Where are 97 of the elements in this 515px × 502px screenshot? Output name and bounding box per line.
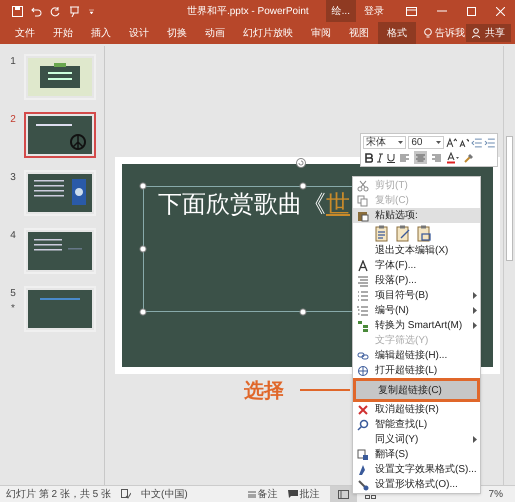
person-icon <box>472 28 482 38</box>
menu-item[interactable]: 设置形状格式(O)... <box>353 477 480 492</box>
tell-me-field[interactable]: 告诉我 <box>435 26 465 40</box>
notes-icon <box>248 490 256 498</box>
slide-thumbnail[interactable] <box>28 116 92 154</box>
ribbon-tab[interactable]: 视图 <box>340 22 378 44</box>
menu-item[interactable]: 翻译(S) <box>353 447 480 462</box>
sign-in-link[interactable]: 登录 <box>356 4 392 18</box>
decrease-indent-icon[interactable] <box>471 138 482 148</box>
ribbon-display-icon[interactable] <box>406 6 417 16</box>
font-icon <box>357 260 369 272</box>
italic-icon[interactable] <box>376 152 384 162</box>
annotation-line <box>300 389 350 391</box>
clipboard-icon <box>357 210 369 222</box>
menu-item[interactable]: 项目符号(B) <box>353 288 480 303</box>
notes-button[interactable]: 备注 <box>248 486 278 502</box>
translate-icon <box>357 448 369 460</box>
menu-item[interactable]: 同义词(Y) <box>353 432 480 447</box>
slide-number: 1 <box>10 55 16 69</box>
underline-icon[interactable] <box>387 152 395 162</box>
language-label[interactable]: 中文(中国) <box>141 486 188 502</box>
ribbon-tab[interactable]: 插入 <box>82 22 120 44</box>
slide-info: 幻灯片 第 2 张，共 5 张 <box>6 488 112 502</box>
lightbulb-icon <box>424 28 432 38</box>
context-tab-label[interactable]: 绘... <box>326 0 356 22</box>
menu-item[interactable]: 退出文本编辑(X) <box>353 243 480 258</box>
scrollbar-thumb[interactable] <box>506 136 513 261</box>
save-icon[interactable] <box>12 6 23 16</box>
shrink-font-icon[interactable] <box>458 137 470 148</box>
slide-number: 5 <box>10 287 16 301</box>
ribbon-tab[interactable]: 开始 <box>44 22 82 44</box>
ribbon-tab[interactable]: 设计 <box>120 22 158 44</box>
menu-header-text: 粘贴选项: <box>375 208 418 223</box>
comment-icon <box>288 490 298 498</box>
comments-button[interactable]: 批注 <box>288 486 320 502</box>
menu-item[interactable]: 设置文字效果格式(S)... <box>353 462 480 477</box>
slide-number: 4 <box>10 229 16 243</box>
unlink-icon <box>357 404 369 416</box>
font-color-icon[interactable] <box>446 152 460 164</box>
scissors-icon <box>357 180 369 192</box>
format-painter-icon[interactable] <box>463 152 475 164</box>
slide-number: 2 <box>10 113 16 127</box>
paste-option-icon[interactable] <box>375 224 390 242</box>
search-icon <box>357 418 369 430</box>
maximize-icon[interactable] <box>467 6 476 16</box>
bold-icon[interactable] <box>365 152 373 162</box>
ribbon-tab[interactable]: 审阅 <box>302 22 340 44</box>
slide-number: 3 <box>10 171 16 185</box>
paste-option-icon[interactable] <box>396 224 411 242</box>
paste-option-icon[interactable] <box>417 224 432 242</box>
bullets-icon <box>357 290 369 302</box>
ribbon-tab[interactable]: 切换 <box>158 22 196 44</box>
shape-format-icon <box>357 478 369 490</box>
slide-thumbnail[interactable] <box>28 58 92 96</box>
slide-thumbnail[interactable] <box>28 174 92 212</box>
menu-item[interactable]: 编号(N) <box>353 303 480 318</box>
menu-item[interactable]: 智能查找(L) <box>353 417 480 432</box>
paragraph-icon <box>357 274 369 286</box>
rotate-handle[interactable] <box>295 157 307 169</box>
slide-thumbnail[interactable] <box>28 290 92 328</box>
slide-title-text: 下面欣赏歌曲《 <box>158 189 326 220</box>
close-icon[interactable] <box>496 6 505 16</box>
annotation-label: 选择 <box>244 379 284 404</box>
ribbon-tab[interactable]: 文件 <box>6 22 44 44</box>
menu-item[interactable]: 取消超链接(R) <box>353 402 480 417</box>
size-dropdown[interactable]: 60 <box>408 136 444 149</box>
smartart-icon <box>357 320 369 332</box>
dropdown-icon[interactable] <box>88 8 95 14</box>
globe-icon <box>357 364 369 376</box>
caret-icon <box>398 141 404 144</box>
spellcheck-icon[interactable] <box>121 489 132 499</box>
increase-indent-icon[interactable] <box>484 138 495 148</box>
caret-icon <box>436 141 441 144</box>
redo-icon[interactable] <box>50 6 61 16</box>
minimize-icon[interactable] <box>437 10 447 12</box>
animation-label: * <box>11 302 15 316</box>
numbering-icon <box>357 304 369 316</box>
slide-thumbnail[interactable] <box>28 232 92 270</box>
link-edit-icon <box>357 350 369 362</box>
menu-item[interactable]: 转换为 SmartArt(M) <box>353 318 480 333</box>
align-button[interactable] <box>414 151 427 164</box>
share-button[interactable]: 共享 <box>466 24 511 42</box>
ribbon-tab[interactable]: 动画 <box>196 22 234 44</box>
presentation-icon[interactable] <box>69 6 80 16</box>
normal-view-icon[interactable] <box>338 490 349 498</box>
menu-item[interactable]: 字体(F)... <box>353 258 480 273</box>
menu-item[interactable]: 段落(P)... <box>353 273 480 288</box>
grow-font-icon[interactable] <box>446 137 457 148</box>
undo-icon[interactable] <box>31 6 42 16</box>
copy-icon <box>357 194 369 206</box>
font-dropdown[interactable]: 宋体 <box>363 136 406 149</box>
ribbon-tab[interactable]: 格式 <box>378 22 416 44</box>
zoom-level[interactable]: 7% <box>488 486 503 502</box>
ribbon-tab[interactable]: 幻灯片放映 <box>234 22 302 44</box>
menu-item[interactable]: 编辑超链接(H)... <box>353 348 480 363</box>
menu-item[interactable]: 打开超链接(L) <box>353 363 480 378</box>
window-title: 世界和平.pptx - PowerPoint <box>186 4 310 18</box>
